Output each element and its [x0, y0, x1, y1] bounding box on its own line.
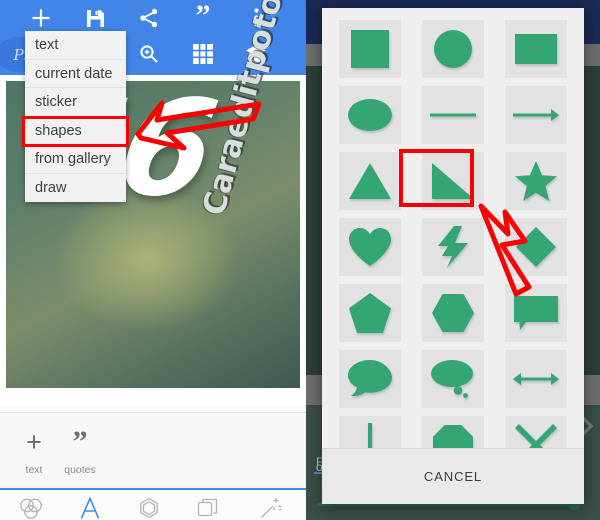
shape-callout-rect[interactable]: [495, 280, 578, 346]
shape-heart[interactable]: [328, 214, 411, 280]
heart-icon: [338, 218, 401, 276]
menu-item-text[interactable]: text: [25, 31, 126, 60]
shape-star[interactable]: [495, 148, 578, 214]
thought-bubble-icon: [421, 350, 484, 408]
overflow-menu-icon[interactable]: [242, 3, 270, 31]
shape-double-arrow[interactable]: [495, 346, 578, 412]
menu-item-from-gallery[interactable]: from gallery: [25, 145, 126, 174]
nav-filters[interactable]: [3, 494, 58, 520]
pentagon-icon: [338, 284, 401, 342]
circle-icon: [421, 20, 484, 78]
screenshot-root: Pi ” + text ” quotes text current date s…: [0, 0, 600, 520]
shape-lightning[interactable]: [411, 214, 494, 280]
bottom-navigation-bar: [0, 488, 306, 520]
shape-grid: [322, 16, 584, 474]
add-dropdown-menu[interactable]: text current date sticker shapes from ga…: [25, 31, 126, 202]
text-tool-strip: + text ” quotes: [0, 412, 306, 488]
shape-square[interactable]: [328, 16, 411, 82]
zoom-icon[interactable]: [135, 40, 163, 68]
photo-editor-panel: Pi ” + text ” quotes text current date s…: [0, 0, 306, 520]
arrow-right-icon: [505, 86, 568, 144]
shape-picker-dialog[interactable]: CANCEL: [322, 8, 584, 504]
shape-thought-bubble[interactable]: [411, 346, 494, 412]
quotes-icon: ”: [72, 425, 88, 458]
grid-icon[interactable]: [189, 40, 217, 68]
square-icon: [338, 20, 401, 78]
rectangle-icon: [505, 20, 568, 78]
shape-line[interactable]: [411, 82, 494, 148]
shape-pentagon[interactable]: [328, 280, 411, 346]
layers-icon[interactable]: [242, 40, 270, 68]
shape-circle[interactable]: [411, 16, 494, 82]
shape-diamond[interactable]: [495, 214, 578, 280]
ellipse-icon: [338, 86, 401, 144]
shape-ellipse[interactable]: [328, 82, 411, 148]
shape-hexagon[interactable]: [411, 280, 494, 346]
speech-bubble-icon: [338, 350, 401, 408]
menu-item-current-date[interactable]: current date: [25, 60, 126, 88]
shape-picker-panel: opa − + Fi: [306, 0, 600, 520]
nav-layers[interactable]: [180, 494, 235, 520]
shape-rectangle[interactable]: [495, 16, 578, 82]
cancel-button[interactable]: CANCEL: [322, 448, 584, 504]
menu-item-draw[interactable]: draw: [25, 174, 126, 203]
line-icon: [421, 86, 484, 144]
rectangle-speech-bubble-icon: [505, 284, 568, 342]
menu-item-sticker[interactable]: sticker: [25, 88, 126, 117]
tool-quotes-label: quotes: [64, 464, 96, 476]
add-icon[interactable]: [27, 4, 55, 32]
nav-shapes[interactable]: [121, 494, 176, 520]
hexagon-icon: [421, 284, 484, 342]
tool-quotes[interactable]: ” quotes: [49, 425, 111, 477]
cancel-button-label: CANCEL: [423, 469, 483, 484]
share-icon[interactable]: [135, 4, 163, 32]
shape-arrow-right[interactable]: [495, 82, 578, 148]
right-triangle-icon: [421, 152, 484, 210]
shape-triangle[interactable]: [328, 148, 411, 214]
quotes-icon[interactable]: ”: [189, 1, 217, 31]
double-arrow-icon: [505, 350, 568, 408]
lightning-bolt-icon: [421, 218, 484, 276]
diamond-icon: [505, 218, 568, 276]
save-icon[interactable]: [81, 4, 109, 32]
star-icon: [505, 152, 568, 210]
shape-right-triangle[interactable]: [411, 148, 494, 214]
triangle-icon: [338, 152, 401, 210]
nav-text[interactable]: [62, 494, 117, 520]
menu-item-shapes[interactable]: shapes: [25, 117, 126, 145]
shape-speech-bubble[interactable]: [328, 346, 411, 412]
nav-effects[interactable]: [243, 494, 298, 520]
